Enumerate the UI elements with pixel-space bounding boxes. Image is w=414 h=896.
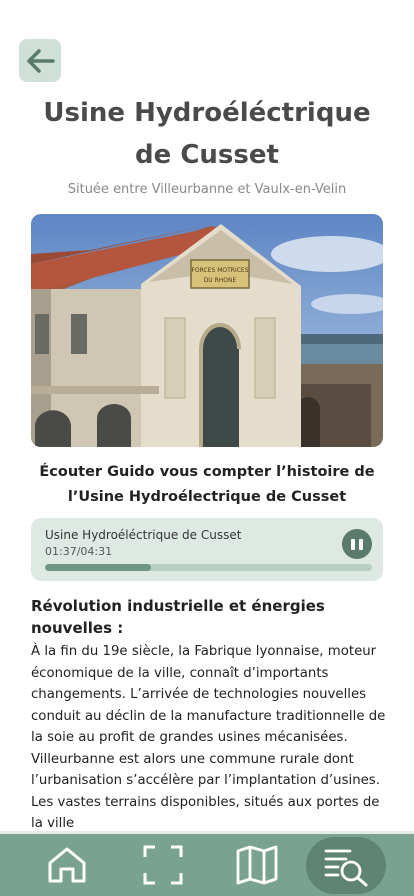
nav-map[interactable] (226, 834, 288, 896)
section-title: Révolution industrielle et énergies nouv… (31, 597, 325, 637)
map-icon (236, 845, 278, 885)
player-track-title: Usine Hydroéléctrique de Cusset (45, 528, 242, 542)
player-time: 01:37/04:31 (45, 545, 113, 558)
svg-text:FORCES MOTRICES: FORCES MOTRICES (191, 267, 248, 274)
svg-text:DU RHONE: DU RHONE (204, 277, 237, 284)
page-title: Usine Hydroéléctrique de Cusset (43, 98, 371, 170)
back-button[interactable] (19, 39, 61, 82)
progress-fill (45, 564, 152, 571)
bottom-nav (0, 831, 414, 896)
listen-prompt: Écouter Guido vous compter l’histoire de… (39, 464, 375, 505)
pause-icon (351, 538, 355, 550)
nav-scan[interactable] (132, 834, 194, 896)
scan-icon (143, 845, 183, 885)
article-body: À la fin du 19e siècle, la Fabrique lyon… (31, 644, 386, 831)
nav-home[interactable] (36, 834, 98, 896)
audio-player: Usine Hydroéléctrique de Cusset 01:37/04… (31, 518, 383, 581)
progress-track[interactable] (45, 564, 372, 571)
search-list-icon (324, 849, 368, 887)
pause-button[interactable] (342, 529, 372, 559)
nav-search[interactable] (316, 834, 376, 896)
arrow-left-icon (27, 48, 55, 73)
hero-image: FORCES MOTRICES DU RHONE (31, 214, 383, 447)
home-icon (48, 847, 86, 883)
page-subtitle: Située entre Villeurbanne et Vaulx-en-Ve… (67, 182, 347, 197)
